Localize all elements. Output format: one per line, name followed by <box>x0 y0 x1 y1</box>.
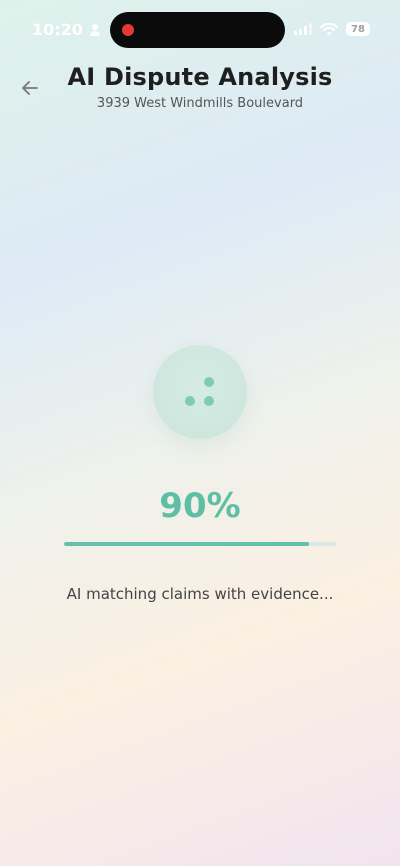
signal-icon <box>294 23 312 35</box>
loading-dots-icon <box>204 396 214 406</box>
loading-dots-icon <box>204 377 214 387</box>
loading-indicator <box>153 345 247 439</box>
status-icons: 78 <box>294 22 370 36</box>
progress-percent: 90% <box>159 486 241 526</box>
progress-bar <box>64 542 336 546</box>
recording-indicator-icon <box>122 24 134 36</box>
status-bar: 10:20 78 <box>0 0 400 60</box>
wifi-icon <box>320 22 338 35</box>
person-icon <box>89 23 101 36</box>
loading-dots-icon <box>185 396 195 406</box>
progress-bar-fill <box>64 542 309 546</box>
progress-status-message: AI matching claims with evidence... <box>66 585 334 603</box>
address-subtitle: 3939 West Windmills Boulevard <box>96 96 304 111</box>
page-title: AI Dispute Analysis <box>67 63 333 91</box>
status-time: 10:20 <box>32 20 83 39</box>
status-time-group: 10:20 <box>32 20 101 39</box>
dynamic-island <box>110 12 285 48</box>
battery-icon: 78 <box>346 22 370 36</box>
